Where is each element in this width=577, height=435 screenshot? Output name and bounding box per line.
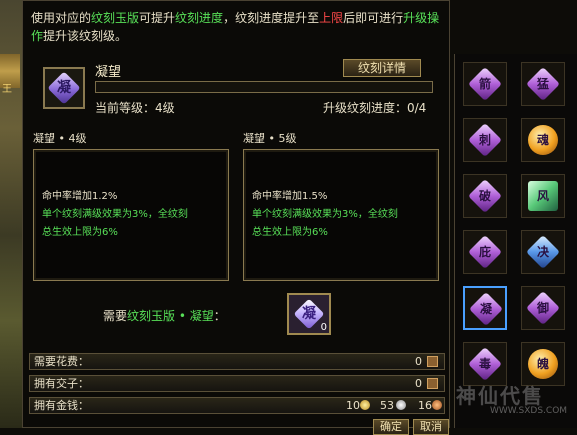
engraving-slot[interactable]: 风 — [521, 174, 565, 218]
effect-line: 单个纹刻满级效果为3%，全纹刻 — [42, 209, 188, 220]
effect-line: 命中率增加1.2% — [42, 191, 118, 202]
engraving-gem-icon: 凝 — [469, 292, 503, 326]
money-row: 拥有金钱： 10 53 16 — [29, 397, 445, 414]
engraving-list: 箭 猛刺 魂破 风庇 决凝 御毒 魄 — [454, 54, 577, 428]
gem-char: 魄 — [536, 357, 549, 371]
gem-char: 魂 — [536, 133, 549, 147]
gem-char: 猛 — [536, 77, 549, 91]
effect-line: 总生效上限为6% — [42, 227, 118, 238]
engraving-gem-icon: 御 — [526, 291, 560, 325]
required-item-label: 需要纹刻玉版 • 凝望： — [103, 307, 226, 324]
cancel-button[interactable]: 取消 — [413, 419, 449, 435]
note-part: 提升该纹刻级。 — [43, 29, 128, 43]
background-scene: 王 — [0, 0, 22, 428]
engraving-slot[interactable]: 御 — [521, 286, 565, 330]
note-part: 后即可进行 — [343, 11, 404, 25]
copper-coin-icon — [432, 400, 442, 410]
gold-coin-icon — [360, 400, 370, 410]
engraving-slot[interactable]: 魂 — [521, 118, 565, 162]
engraving-gem-icon: 猛 — [526, 67, 560, 101]
engraving-detail-button[interactable]: 纹刻详情 — [343, 59, 421, 77]
instruction-text: 使用对应的纹刻玉版可提升纹刻进度，纹刻进度提升至上限后即可进行升级操作提升该纹刻… — [31, 9, 443, 45]
engraving-gem-icon: 魄 — [528, 349, 558, 379]
jiaozi-row: 拥有交子： 0 — [29, 375, 445, 392]
gem-char: 凝 — [57, 80, 71, 96]
effect-line: 单个纹刻满级效果为3%，全纹刻 — [252, 209, 398, 220]
effect-line: 总生效上限为6% — [252, 227, 328, 238]
note-part: ，纹刻进度提升至 — [223, 11, 320, 25]
background-label: 王 — [2, 84, 12, 95]
need-prefix: 需要 — [103, 309, 128, 323]
engraving-slot[interactable]: 凝 — [463, 286, 507, 330]
gem-char: 风 — [536, 189, 549, 203]
gem-char: 御 — [536, 301, 549, 315]
note-part: 使用对应的 — [31, 11, 92, 25]
engraving-gem-icon: 魂 — [528, 125, 558, 155]
gem-char: 刺 — [478, 133, 491, 147]
progress-bar — [95, 81, 433, 93]
engraving-gem-icon: 箭 — [468, 67, 502, 101]
money-label: 拥有金钱： — [34, 399, 89, 412]
copper-amount: 16 — [418, 399, 432, 412]
required-item-slot[interactable]: 凝 0 — [287, 293, 331, 335]
engraving-slot[interactable]: 决 — [521, 230, 565, 274]
engraving-slot[interactable]: 庇 — [463, 230, 507, 274]
note-part: 可提升 — [139, 11, 176, 25]
engraving-gem-icon: 庇 — [468, 235, 502, 269]
engraving-gem-icon: 风 — [528, 181, 558, 211]
silver-amount: 53 — [380, 399, 394, 412]
cost-label: 需要花费： — [34, 355, 89, 368]
note-highlight: 纹刻进度 — [175, 11, 224, 25]
need-item-name: 纹刻玉版 • 凝望 — [127, 309, 214, 323]
engraving-slot[interactable]: 箭 — [463, 62, 507, 106]
cost-row: 需要花费： 0 — [29, 353, 445, 370]
upgrade-progress: 升级纹刻进度：0/4 — [323, 101, 427, 115]
effect-line: 命中率增加1.5% — [252, 191, 328, 202]
item-count: 0 — [320, 322, 327, 333]
cost-value: 0 — [415, 355, 422, 368]
watermark-url: WWW.SXDS.COM — [490, 406, 568, 416]
next-level-title: 凝望 • 5级 — [243, 132, 297, 145]
engraving-slot[interactable]: 猛 — [521, 62, 565, 106]
engraving-slot[interactable]: 刺 — [463, 118, 507, 162]
engraving-icon: 凝 — [43, 67, 85, 109]
next-effect-box: 命中率增加1.5% 单个纹刻满级效果为3%，全纹刻 总生效上限为6% — [243, 149, 439, 281]
engraving-gem-icon: 决 — [526, 235, 560, 269]
gem-char: 箭 — [478, 77, 491, 91]
gem-char: 破 — [478, 189, 491, 203]
watermark: 神仙代售 — [456, 384, 544, 408]
note-highlight: 纹刻玉版 — [91, 11, 140, 25]
gem-char: 毒 — [478, 357, 491, 371]
gem-char: 庇 — [478, 245, 491, 259]
engraving-slot[interactable]: 破 — [463, 174, 507, 218]
jiaozi-icon — [427, 378, 438, 389]
current-level: 当前等级：4级 — [95, 101, 175, 115]
jiaozi-value: 0 — [415, 377, 422, 390]
jiaozi-icon — [427, 356, 438, 367]
silver-coin-icon — [396, 400, 406, 410]
need-suffix: ： — [213, 309, 226, 323]
gold-amount: 10 — [346, 399, 360, 412]
jiaozi-label: 拥有交子： — [34, 377, 89, 390]
engraving-gem-icon: 破 — [468, 179, 502, 213]
engraving-gem-icon: 刺 — [468, 123, 502, 157]
engraving-upgrade-panel: 使用对应的纹刻玉版可提升纹刻进度，纹刻进度提升至上限后即可进行升级操作提升该纹刻… — [22, 0, 450, 435]
engraving-gem-icon: 毒 — [468, 347, 502, 381]
gem-char: 凝 — [479, 302, 492, 316]
current-effect-box: 命中率增加1.2% 单个纹刻满级效果为3%，全纹刻 总生效上限为6% — [33, 149, 229, 281]
note-warning: 上限 — [319, 11, 344, 25]
current-level-title: 凝望 • 4级 — [33, 132, 87, 145]
gem-char: 决 — [536, 245, 549, 259]
confirm-button[interactable]: 确定 — [373, 419, 409, 435]
engraving-name: 凝望 — [95, 65, 122, 80]
